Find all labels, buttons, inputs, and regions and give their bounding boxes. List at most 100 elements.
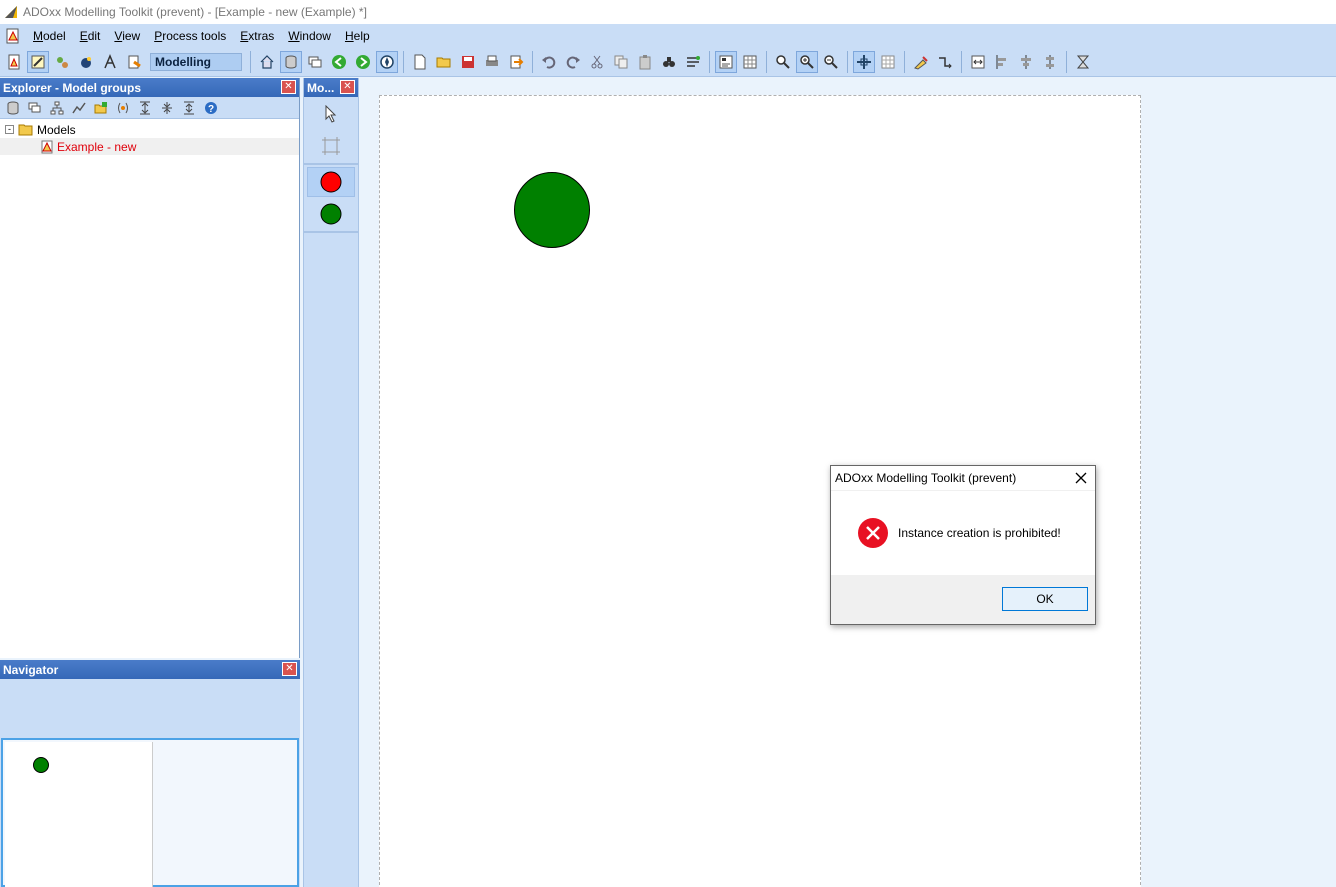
new-model-group-icon[interactable] <box>92 99 110 117</box>
modelling-bar-divider <box>304 231 358 233</box>
title-bar: ADOxx Modelling Toolkit (prevent) - [Exa… <box>0 0 1336 24</box>
close-icon[interactable]: ✕ <box>281 80 296 94</box>
green-object-tool[interactable] <box>307 199 355 229</box>
explorer-panel: Explorer - Model groups ✕ ? - Models Exa… <box>0 78 300 658</box>
svg-text:?: ? <box>208 104 214 115</box>
close-icon[interactable]: ✕ <box>340 80 355 94</box>
select-tool[interactable] <box>307 99 355 129</box>
red-object-tool[interactable] <box>307 167 355 197</box>
window-title: ADOxx Modelling Toolkit (prevent) - [Exa… <box>23 5 367 19</box>
simulation-component-button[interactable] <box>75 51 97 73</box>
windows-icon[interactable] <box>304 51 326 73</box>
new-model-doc-button[interactable] <box>3 51 25 73</box>
menu-bar: Model Edit View Process tools Extras Win… <box>0 24 1336 48</box>
dialog-title-bar: ADOxx Modelling Toolkit (prevent) <box>831 466 1095 491</box>
model-groups-icon[interactable] <box>4 99 22 117</box>
menu-view[interactable]: View <box>107 29 147 43</box>
toolbar-separator <box>904 51 905 73</box>
align-left-icon[interactable] <box>991 51 1013 73</box>
graphical-view-icon[interactable] <box>715 51 737 73</box>
crosshair-icon[interactable] <box>853 51 875 73</box>
undo-icon[interactable] <box>538 51 560 73</box>
save-icon[interactable] <box>457 51 479 73</box>
collapse-all-icon[interactable] <box>158 99 176 117</box>
chart-line-icon[interactable] <box>70 99 88 117</box>
copy-icon[interactable] <box>610 51 632 73</box>
dialog-title: ADOxx Modelling Toolkit (prevent) <box>835 471 1017 485</box>
green-circle-icon <box>320 203 342 225</box>
fit-width-icon[interactable] <box>967 51 989 73</box>
zoom-out-icon[interactable] <box>820 51 842 73</box>
modelling-bar-header: Mo... ✕ <box>304 78 358 97</box>
explorer-header: Explorer - Model groups ✕ <box>0 78 299 97</box>
folder-icon <box>18 124 33 135</box>
close-icon[interactable] <box>1073 470 1089 486</box>
grid-icon[interactable] <box>877 51 899 73</box>
tree-item-models[interactable]: - Models <box>0 121 299 138</box>
brackets-icon[interactable] <box>114 99 132 117</box>
modelling-bar-title: Mo... <box>307 80 335 95</box>
compass-icon[interactable] <box>376 51 398 73</box>
menu-help[interactable]: Help <box>338 29 377 43</box>
align-center-icon[interactable] <box>1015 51 1037 73</box>
replace-icon[interactable] <box>682 51 704 73</box>
print-icon[interactable] <box>481 51 503 73</box>
draw-icon[interactable] <box>910 51 932 73</box>
modelling-bar-divider <box>304 163 358 165</box>
toolbar-separator <box>961 51 962 73</box>
connector-icon[interactable] <box>934 51 956 73</box>
swimlane-tool[interactable] <box>307 131 355 161</box>
menu-extras[interactable]: Extras <box>233 29 281 43</box>
find-icon[interactable] <box>658 51 680 73</box>
app-logo-icon <box>5 6 17 18</box>
modelling-bar: Mo... ✕ <box>303 78 359 887</box>
tree-item-example-new[interactable]: Example - new <box>0 138 299 155</box>
green-circle-object[interactable] <box>512 170 592 250</box>
red-circle-icon <box>320 171 342 193</box>
help-icon[interactable]: ? <box>202 99 220 117</box>
menu-window[interactable]: Window <box>281 29 338 43</box>
forward-icon[interactable] <box>352 51 374 73</box>
paste-icon[interactable] <box>634 51 656 73</box>
windows-list-icon[interactable] <box>26 99 44 117</box>
toolbar-separator <box>532 51 533 73</box>
menu-process-tools[interactable]: Process tools <box>147 29 233 43</box>
hourglass-icon[interactable] <box>1072 51 1094 73</box>
table-view-icon[interactable] <box>739 51 761 73</box>
collapse-icon[interactable]: - <box>5 125 14 134</box>
align-right-icon[interactable] <box>1039 51 1061 73</box>
navigator-panel: Navigator ✕ <box>0 660 300 887</box>
open-folder-icon[interactable] <box>433 51 455 73</box>
dialog-message: Instance creation is prohibited! <box>898 526 1061 540</box>
navigator-viewport[interactable] <box>1 738 299 887</box>
toolbar-separator <box>847 51 848 73</box>
home-icon[interactable] <box>256 51 278 73</box>
mode-selector[interactable]: Modelling <box>150 53 242 71</box>
evaluation-component-button[interactable] <box>99 51 121 73</box>
zoom-in-icon[interactable] <box>796 51 818 73</box>
error-dialog: ADOxx Modelling Toolkit (prevent) Instan… <box>830 465 1096 625</box>
zoom-icon[interactable] <box>772 51 794 73</box>
menu-edit[interactable]: Edit <box>73 29 108 43</box>
ok-button[interactable]: OK <box>1002 587 1088 611</box>
new-icon[interactable] <box>409 51 431 73</box>
menu-model[interactable]: Model <box>26 29 73 43</box>
analysis-component-button[interactable] <box>51 51 73 73</box>
expand-all-icon[interactable] <box>136 99 154 117</box>
redo-icon[interactable] <box>562 51 584 73</box>
document-icon[interactable] <box>5 28 21 44</box>
explorer-toolbar: ? <box>0 97 299 119</box>
tree-item-label: Example - new <box>57 139 137 154</box>
database-icon[interactable] <box>280 51 302 73</box>
navigator-green-circle <box>33 757 49 773</box>
hierarchy-icon[interactable] <box>48 99 66 117</box>
back-icon[interactable] <box>328 51 350 73</box>
close-icon[interactable]: ✕ <box>282 662 297 676</box>
export-icon[interactable] <box>505 51 527 73</box>
import-export-component-button[interactable] <box>123 51 145 73</box>
frame-icon <box>322 137 340 155</box>
cut-icon[interactable] <box>586 51 608 73</box>
modelling-component-button[interactable] <box>27 51 49 73</box>
tree-item-label: Models <box>37 122 76 137</box>
expand-level-icon[interactable] <box>180 99 198 117</box>
